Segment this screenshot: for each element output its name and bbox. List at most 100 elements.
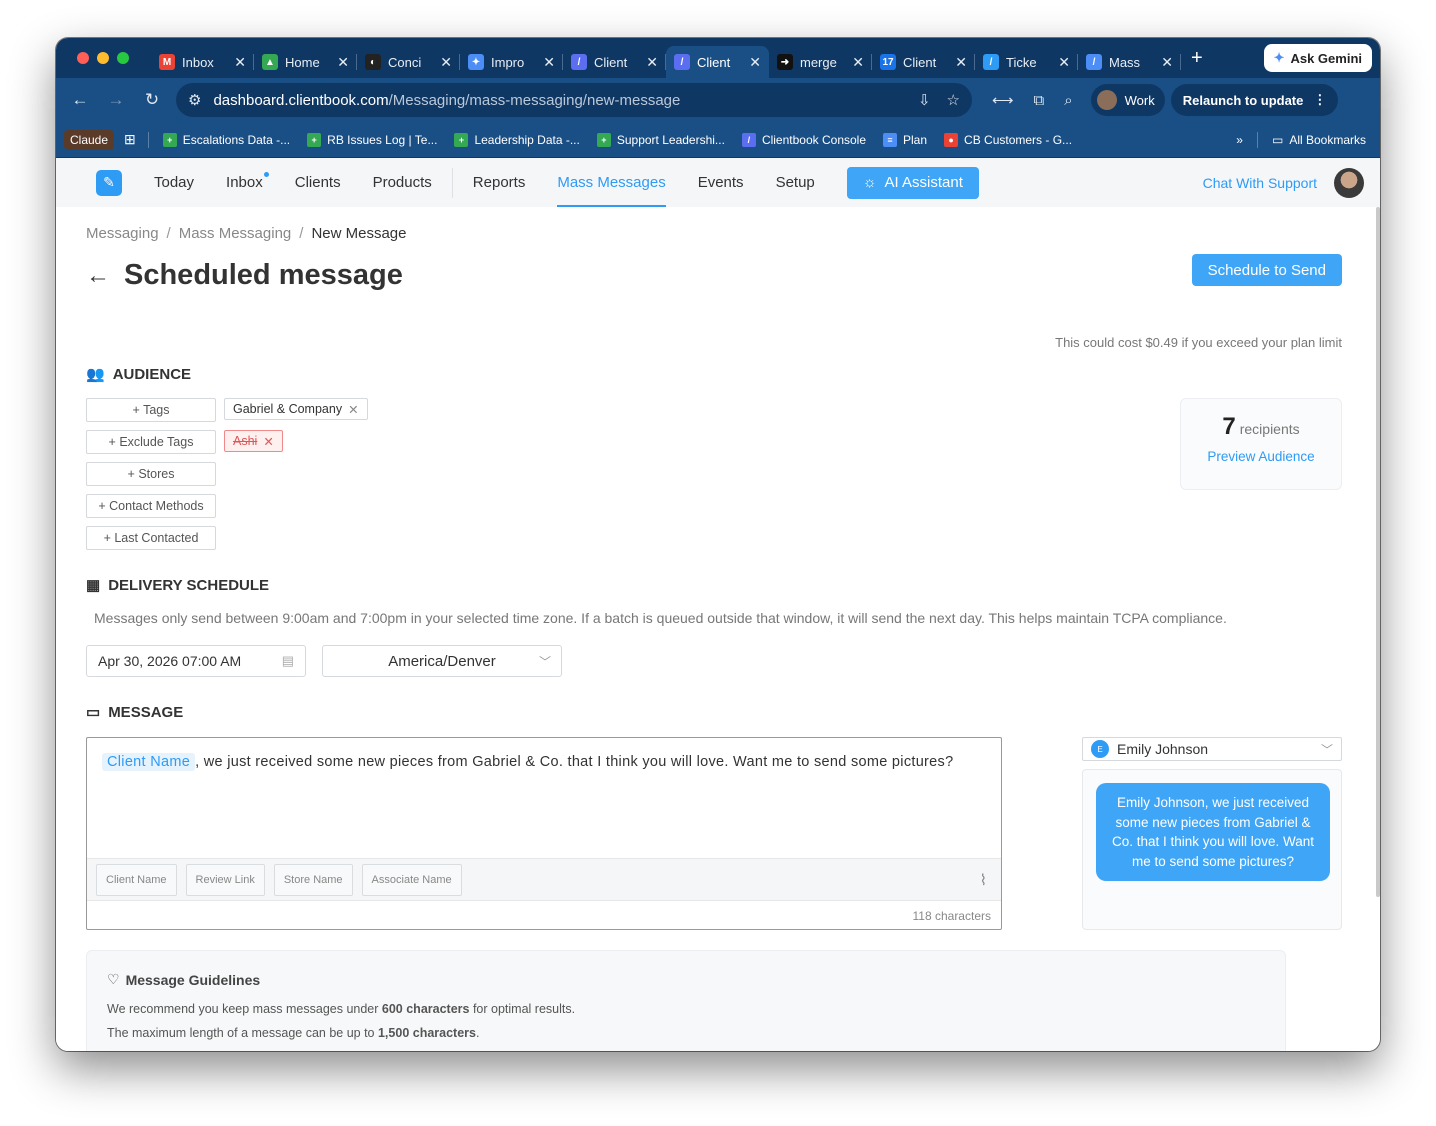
new-tab-icon[interactable]: + — [1191, 47, 1203, 70]
close-tab-icon[interactable]: ✕ — [749, 54, 761, 71]
bookmark-item[interactable]: ● CB Customers - G... — [944, 132, 1072, 147]
browser-tab[interactable]: ✦ Impro ✕ — [460, 46, 563, 78]
calendar-icon: 17 — [880, 54, 896, 70]
message-textarea[interactable]: Client Name, we just received some new p… — [87, 738, 1001, 858]
close-tab-icon[interactable]: ✕ — [543, 54, 555, 71]
ask-gemini-button[interactable]: ✦ Ask Gemini — [1263, 44, 1372, 72]
claude-bookmark[interactable]: Claude — [64, 129, 115, 150]
close-window-button[interactable] — [77, 52, 89, 64]
guideline-1-bold: 600 characters — [381, 1002, 470, 1016]
close-tab-icon[interactable]: ✕ — [955, 54, 967, 71]
page-scrollbar[interactable] — [1376, 207, 1380, 1051]
bookmark-favicon-icon: ≡ — [883, 132, 897, 147]
gemini-icon: ✦ — [1273, 50, 1285, 65]
clientbook-logo-icon[interactable]: ✎ — [96, 169, 122, 196]
back-icon[interactable]: ← — [62, 90, 98, 110]
exclude-chip-label: Ashi — [233, 434, 258, 448]
address-bar[interactable]: ⚙ dashboard.clientbook.com/Messaging/mas… — [176, 83, 972, 117]
add-stores-button[interactable]: + Stores — [86, 462, 216, 486]
browser-tab[interactable]: / Mass ✕ — [1078, 46, 1181, 78]
gmail-icon: M — [159, 54, 175, 70]
insert-associate-name-button[interactable]: Associate Name — [361, 863, 462, 896]
bookmark-item[interactable]: + RB Issues Log | Te... — [307, 132, 437, 147]
more-menu-icon[interactable]: ⋮ — [1313, 92, 1326, 108]
minimize-window-button[interactable] — [97, 52, 109, 64]
tab-search-icon[interactable]: ⌕ — [1064, 92, 1072, 109]
nav-item-reports[interactable]: Reports — [473, 158, 526, 207]
bookmark-item[interactable]: ≡ Plan — [883, 132, 927, 147]
nav-item-events[interactable]: Events — [698, 158, 744, 207]
back-arrow-icon[interactable]: ← — [86, 262, 110, 290]
add-contact-methods-button[interactable]: + Contact Methods — [86, 494, 216, 518]
reload-icon[interactable]: ↻ — [134, 90, 170, 110]
timezone-select[interactable]: America/Denver ﹀ — [322, 645, 562, 677]
nav-item-today[interactable]: Today — [154, 158, 194, 207]
apps-grid-icon[interactable]: ⊞ — [124, 131, 136, 148]
recipients-label: recipients — [1239, 421, 1300, 437]
close-tab-icon[interactable]: ✕ — [1058, 54, 1070, 71]
extension-link-icon[interactable]: ⟷ — [992, 91, 1014, 109]
close-tab-icon[interactable]: ✕ — [1161, 54, 1173, 71]
nav-item-mass-messages[interactable]: Mass Messages — [557, 158, 667, 207]
preview-recipient-name: Emily Johnson — [1117, 741, 1209, 757]
install-app-icon[interactable]: ⇩ — [918, 91, 931, 109]
forward-icon[interactable]: → — [98, 90, 134, 110]
close-tab-icon[interactable]: ✕ — [234, 54, 246, 71]
close-tab-icon[interactable]: ✕ — [440, 54, 452, 71]
preview-recipient-select[interactable]: E Emily Johnson ﹀ — [1082, 737, 1342, 761]
user-avatar[interactable] — [1334, 167, 1364, 198]
remove-tag-icon[interactable]: ✕ — [348, 402, 358, 417]
browser-tab[interactable]: / Client ✕ — [666, 46, 769, 78]
bookmark-item[interactable]: / Clientbook Console — [741, 132, 866, 147]
calendar-picker-icon[interactable]: ▤ — [282, 653, 294, 669]
insert-client-name-button[interactable]: Client Name — [96, 863, 177, 896]
all-bookmarks-link[interactable]: All Bookmarks — [1289, 133, 1366, 147]
close-tab-icon[interactable]: ✕ — [337, 54, 349, 71]
chevron-down-icon: ﹀ — [1320, 742, 1333, 757]
breadcrumb-mass-messaging[interactable]: Mass Messaging — [179, 225, 292, 242]
add-tags-button[interactable]: + Tags — [86, 398, 216, 422]
remove-exclude-tag-icon[interactable]: ✕ — [263, 434, 273, 449]
relaunch-button[interactable]: Relaunch to update ⋮ — [1170, 84, 1339, 116]
send-date-input[interactable]: Apr 30, 2026 07:00 AM ▤ — [86, 645, 306, 677]
browser-tab[interactable]: ▲ Home ✕ — [254, 46, 357, 78]
profile-button[interactable]: Work — [1090, 84, 1165, 116]
schedule-to-send-button[interactable]: Schedule to Send — [1191, 254, 1342, 286]
bookmark-star-icon[interactable]: ☆ — [947, 91, 960, 109]
message-editor[interactable]: Client Name, we just received some new p… — [86, 737, 1002, 930]
nav-item-setup[interactable]: Setup — [776, 158, 815, 207]
client-name-token[interactable]: Client Name — [102, 753, 196, 771]
browser-tab[interactable]: ➜ merge ✕ — [769, 46, 872, 78]
more-bookmarks-icon[interactable]: » — [1236, 133, 1243, 147]
add-exclude-tags-button[interactable]: + Exclude Tags — [86, 430, 216, 454]
preview-audience-link[interactable]: Preview Audience — [1181, 449, 1341, 464]
add-last-contacted-button[interactable]: + Last Contacted — [86, 526, 216, 550]
insert-review-link-button[interactable]: Review Link — [185, 863, 265, 896]
insert-store-name-button[interactable]: Store Name — [273, 863, 353, 896]
nav-item-clients[interactable]: Clients — [295, 158, 341, 207]
nav-item-products[interactable]: Products — [373, 158, 432, 207]
ai-assistant-button[interactable]: ☼ AI Assistant — [846, 166, 979, 199]
browser-tab[interactable]: / Client ✕ — [563, 46, 666, 78]
paperclip-icon[interactable]: ⌇ — [980, 871, 987, 889]
nav-item-inbox[interactable]: Inbox — [226, 158, 269, 207]
browser-tab[interactable]: / Ticke ✕ — [975, 46, 1078, 78]
browser-tab[interactable]: 17 Client ✕ — [872, 46, 975, 78]
bookmark-item[interactable]: + Escalations Data -... — [162, 132, 290, 147]
extensions-puzzle-icon[interactable]: ⧉ — [1034, 92, 1045, 109]
close-tab-icon[interactable]: ✕ — [646, 54, 658, 71]
chat-with-support-link[interactable]: Chat With Support — [1203, 175, 1317, 191]
close-tab-icon[interactable]: ✕ — [852, 54, 864, 71]
breadcrumb-messaging[interactable]: Messaging — [86, 225, 159, 242]
nav-item-label: Inbox — [226, 174, 263, 191]
bookmark-item[interactable]: + Support Leadershi... — [596, 132, 725, 147]
site-settings-icon[interactable]: ⚙ — [188, 91, 201, 109]
browser-tab[interactable]: ◐ Conci ✕ — [357, 46, 460, 78]
message-heading-label: MESSAGE — [108, 703, 184, 721]
drive-icon: ▲ — [262, 54, 278, 70]
zoom-window-button[interactable] — [117, 52, 129, 64]
browser-tab[interactable]: M Inbox ✕ — [151, 46, 254, 78]
bookmarks-bar: Claude ⊞ + Escalations Data -... + RB Issue… — [56, 122, 1380, 158]
bookmark-item[interactable]: + Leadership Data -... — [454, 132, 580, 147]
scrollbar-thumb[interactable] — [1376, 207, 1380, 897]
